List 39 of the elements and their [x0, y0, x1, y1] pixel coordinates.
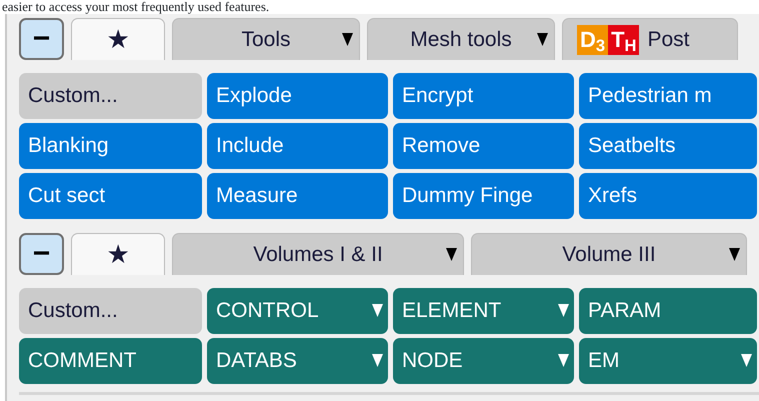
tool-button[interactable]: Xrefs: [579, 173, 757, 219]
tool-button[interactable]: Pedestrian m: [579, 73, 757, 119]
custom-button[interactable]: Custom...: [19, 288, 202, 334]
tab[interactable]: Volume III: [471, 233, 747, 275]
tab[interactable]: Volumes I & II: [172, 233, 464, 275]
menu-button[interactable]: DATABS: [207, 338, 388, 384]
tool-button[interactable]: Cut sect: [19, 173, 202, 219]
tool-button[interactable]: Dummy Finge: [393, 173, 574, 219]
caret-icon: [372, 354, 383, 367]
tool-button[interactable]: Explode: [207, 73, 388, 119]
menu-button[interactable]: EM: [579, 338, 757, 384]
tool-button[interactable]: COMMENT: [19, 338, 202, 384]
tool-button[interactable]: Measure: [207, 173, 388, 219]
tab[interactable]: D$_{3}$ T$_{H}$ Post: [562, 18, 738, 60]
tool-button[interactable]: Encrypt: [393, 73, 574, 119]
intro-text: easier to access your most frequently used features.: [1, 0, 270, 14]
tab[interactable]: Mesh tools: [367, 18, 555, 60]
caret-icon: [372, 304, 383, 317]
tool-button[interactable]: Seatbelts: [579, 123, 757, 169]
caret-icon: [342, 33, 353, 46]
menu-button[interactable]: NODE: [393, 338, 574, 384]
custom-button[interactable]: Custom...: [19, 73, 202, 119]
favourites-tab[interactable]: ★: [71, 233, 165, 275]
caret-icon: [558, 354, 569, 367]
favourites-tab[interactable]: ★: [71, 18, 165, 60]
caret-icon: [537, 33, 548, 46]
menu-button[interactable]: ELEMENT: [393, 288, 574, 334]
collapse-button[interactable]: −: [19, 233, 64, 275]
caret-icon: [558, 304, 569, 317]
caret-icon: [729, 248, 740, 261]
tool-button[interactable]: Blanking: [19, 123, 202, 169]
collapse-button[interactable]: −: [19, 18, 64, 60]
tab[interactable]: Tools: [172, 18, 360, 60]
tool-button[interactable]: Remove: [393, 123, 574, 169]
caret-icon: [741, 354, 752, 367]
tool-button[interactable]: PARAM: [579, 288, 757, 334]
tool-button[interactable]: Include: [207, 123, 388, 169]
caret-icon: [446, 248, 457, 261]
menu-button[interactable]: CONTROL: [207, 288, 388, 334]
